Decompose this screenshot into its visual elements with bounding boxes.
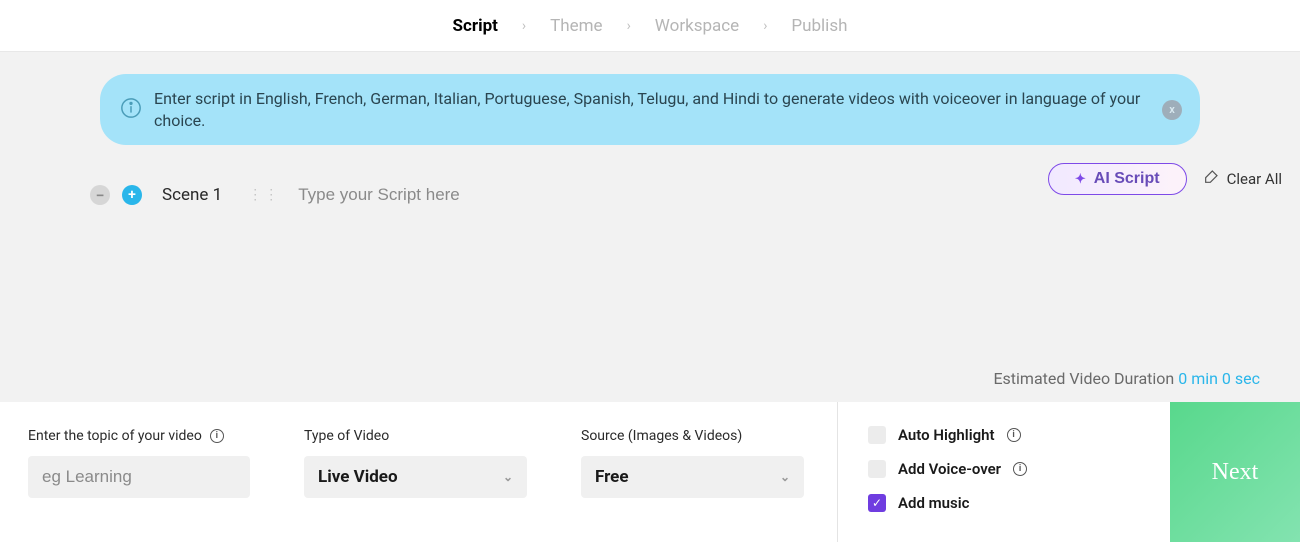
topic-group: Enter the topic of your video i <box>28 428 250 516</box>
scene-label: Scene 1 <box>162 185 222 205</box>
breadcrumb-workspace[interactable]: Workspace <box>655 16 739 36</box>
info-icon <box>120 97 142 123</box>
info-icon[interactable]: i <box>1007 428 1021 442</box>
duration-label: Estimated Video Duration 0 min 0 sec <box>993 369 1260 388</box>
bottom-section: Enter the topic of your video i Type of … <box>0 402 1300 542</box>
drag-handle-icon[interactable]: ⋮⋮ <box>248 193 280 197</box>
info-icon[interactable]: i <box>210 429 224 443</box>
info-banner: Enter script in English, French, German,… <box>100 74 1200 145</box>
banner-close-button[interactable]: x <box>1162 100 1182 120</box>
banner-text: Enter script in English, French, German,… <box>154 88 1150 131</box>
main-area: Enter script in English, French, German,… <box>0 52 1300 402</box>
chevron-right-icon: › <box>763 18 767 34</box>
video-type-label: Type of Video <box>304 428 389 444</box>
music-checkbox[interactable]: ✓ <box>868 494 886 512</box>
video-type-group: Type of Video Live Video ⌄ <box>304 428 527 516</box>
auto-highlight-label: Auto Highlight <box>898 426 995 444</box>
info-icon[interactable]: i <box>1013 462 1027 476</box>
next-button[interactable]: Next <box>1170 402 1300 542</box>
breadcrumb-theme[interactable]: Theme <box>550 16 602 36</box>
topic-label: Enter the topic of your video <box>28 428 202 444</box>
voice-over-label: Add Voice-over <box>898 460 1001 478</box>
chevron-down-icon: ⌄ <box>780 470 790 484</box>
source-group: Source (Images & Videos) Free ⌄ <box>581 428 804 516</box>
add-scene-button[interactable]: + <box>122 185 142 205</box>
script-input[interactable] <box>298 185 798 205</box>
breadcrumb-publish[interactable]: Publish <box>791 16 847 36</box>
topic-input[interactable] <box>28 456 250 498</box>
source-value: Free <box>595 467 629 487</box>
music-row: ✓ Add music <box>868 494 1152 512</box>
source-label: Source (Images & Videos) <box>581 428 742 444</box>
video-type-select[interactable]: Live Video ⌄ <box>304 456 527 498</box>
voice-over-row: Add Voice-over i <box>868 460 1152 478</box>
chevron-right-icon: › <box>522 18 526 34</box>
duration-value: 0 min 0 sec <box>1178 369 1260 388</box>
auto-highlight-checkbox[interactable] <box>868 426 886 444</box>
breadcrumb: Script › Theme › Workspace › Publish <box>0 0 1300 52</box>
checkmark-icon: ✓ <box>872 496 882 510</box>
options-area: Auto Highlight i Add Voice-over i ✓ Add … <box>838 402 1300 542</box>
voice-over-checkbox[interactable] <box>868 460 886 478</box>
breadcrumb-script[interactable]: Script <box>453 16 498 36</box>
scene-row: − + Scene 1 ⋮⋮ <box>18 185 1282 205</box>
chevron-down-icon: ⌄ <box>503 470 513 484</box>
source-select[interactable]: Free ⌄ <box>581 456 804 498</box>
chevron-right-icon: › <box>627 18 631 34</box>
video-type-value: Live Video <box>318 467 398 487</box>
music-label: Add music <box>898 494 969 512</box>
auto-highlight-row: Auto Highlight i <box>868 426 1152 444</box>
form-area: Enter the topic of your video i Type of … <box>0 402 838 542</box>
close-icon: x <box>1169 103 1175 116</box>
remove-scene-button[interactable]: − <box>90 185 110 205</box>
